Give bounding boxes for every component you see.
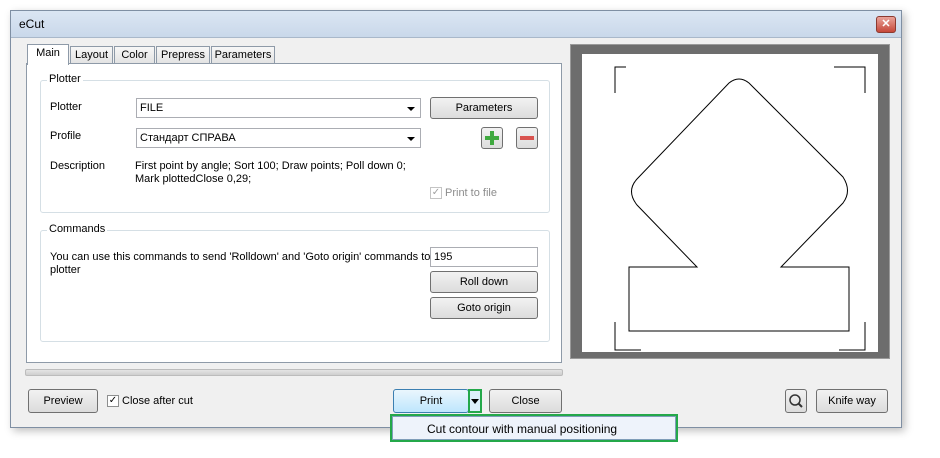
print-dropdown-menu: Cut contour with manual positioning — [392, 416, 676, 440]
preview-button[interactable]: Preview — [28, 389, 98, 413]
minus-icon — [520, 136, 534, 140]
window-close-button[interactable]: ✕ — [876, 16, 896, 33]
commands-value-text: 195 — [434, 251, 453, 263]
goto-origin-button[interactable]: Goto origin — [430, 297, 538, 319]
ecut-window: eCut ✕ Main Layout Color Prepress Parame… — [10, 10, 902, 428]
plotter-label: Plotter — [50, 101, 82, 113]
plotter-select-value: FILE — [140, 102, 164, 114]
magnifier-icon — [789, 394, 803, 408]
chevron-down-icon — [407, 137, 415, 141]
window-title: eCut — [19, 17, 45, 31]
close-after-cut-label: Close after cut — [122, 395, 193, 407]
horizontal-scrollbar[interactable] — [25, 369, 563, 376]
main-tab-panel: Plotter Plotter FILE Parameters Profile … — [26, 63, 562, 363]
plotter-select[interactable]: FILE — [136, 98, 421, 118]
profile-select-value: Стандарт СПРАВА — [140, 132, 236, 144]
tab-parameters[interactable]: Parameters — [211, 46, 275, 63]
remove-profile-button[interactable] — [516, 127, 538, 149]
close-button[interactable]: Close — [489, 389, 562, 413]
description-line-2: Mark plottedClose 0,29; — [135, 173, 252, 185]
commands-group-title: Commands — [47, 223, 108, 235]
plotter-group: Plotter Plotter FILE Parameters Profile … — [40, 73, 550, 213]
chevron-down-icon — [407, 107, 415, 111]
knife-way-button[interactable]: Knife way — [816, 389, 888, 413]
print-dropdown-button[interactable] — [468, 389, 482, 413]
parameters-button[interactable]: Parameters — [430, 97, 538, 119]
description-line-1: First point by angle; Sort 100; Draw poi… — [135, 160, 406, 172]
print-to-file-checkbox[interactable]: ✓ — [430, 187, 442, 199]
print-button[interactable]: Print — [393, 389, 469, 413]
roll-down-button[interactable]: Roll down — [430, 271, 538, 293]
profile-label: Profile — [50, 130, 82, 142]
cut-preview — [570, 44, 890, 359]
profile-select[interactable]: Стандарт СПРАВА — [136, 128, 421, 148]
menu-item-cut-contour-manual[interactable]: Cut contour with manual positioning — [427, 422, 617, 436]
print-to-file-label: Print to file — [445, 187, 497, 199]
plotter-group-title: Plotter — [47, 73, 83, 85]
description-label: Description — [50, 160, 106, 172]
chevron-down-icon — [471, 399, 479, 404]
title-bar: eCut ✕ — [11, 11, 901, 38]
commands-description-line-1: You can use this commands to send 'Rolld… — [50, 251, 431, 263]
close-after-cut-checkbox[interactable]: ✓ — [107, 395, 119, 407]
commands-group: Commands You can use this commands to se… — [40, 223, 550, 342]
plus-icon — [485, 131, 499, 145]
tab-main[interactable]: Main — [27, 44, 69, 65]
tab-prepress[interactable]: Prepress — [156, 46, 210, 63]
zoom-button[interactable] — [785, 389, 807, 413]
commands-value-input[interactable]: 195 — [430, 247, 538, 267]
tab-layout[interactable]: Layout — [70, 46, 113, 63]
tab-color[interactable]: Color — [114, 46, 155, 63]
add-profile-button[interactable] — [481, 127, 503, 149]
cut-preview-drawing — [582, 54, 878, 352]
commands-description-line-2: plotter — [50, 264, 81, 276]
